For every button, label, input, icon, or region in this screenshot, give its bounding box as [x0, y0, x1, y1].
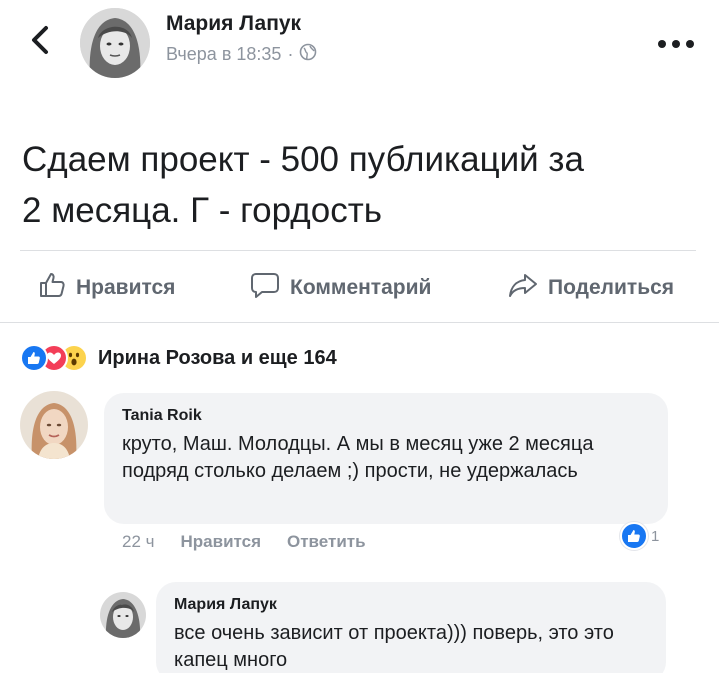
post-timestamp[interactable]: Вчера в 18:35	[166, 44, 281, 65]
reactions-summary-text: Ирина Розова и еще 164	[98, 346, 337, 369]
comment-reaction-count: 1	[651, 527, 660, 545]
comment-reaction-badge[interactable]: 1	[620, 522, 659, 550]
share-button[interactable]: Поделиться	[508, 271, 674, 305]
share-label: Поделиться	[548, 276, 675, 299]
like-button[interactable]: Нравится	[38, 271, 175, 305]
reply-author-name[interactable]: Мария Лапук	[174, 596, 648, 614]
comment-actions: 22 ч Нравится Ответить	[122, 532, 366, 552]
chevron-left-icon[interactable]	[26, 22, 58, 58]
author-name[interactable]: Мария Лапук	[166, 12, 301, 36]
author-avatar[interactable]	[80, 8, 150, 78]
commenter-name[interactable]: Tania Roik	[122, 407, 650, 425]
reply-text: все очень зависит от проекта))) поверь, …	[174, 622, 614, 671]
divider	[0, 322, 719, 323]
comment-bubble: Tania Roik круто, Маш. Молодцы. А мы в м…	[104, 393, 668, 524]
more-horizontal-icon[interactable]	[656, 36, 696, 48]
reactions-summary[interactable]: Ирина Розова и еще 164	[20, 342, 337, 374]
comment-label: Комментарий	[290, 276, 432, 299]
like-reaction-icon	[620, 522, 648, 550]
post-header: Мария Лапук Вчера в 18:35 ·	[0, 0, 719, 80]
post-meta: Вчера в 18:35 ·	[166, 43, 317, 66]
comment-button[interactable]: Комментарий	[250, 271, 431, 305]
post-text-line-2: 2 месяца. Г - гордость	[22, 191, 382, 230]
reply-bubble: Мария Лапук все очень зависит от проекта…	[156, 582, 666, 673]
thumbs-up-icon	[38, 271, 66, 305]
globe-icon	[299, 43, 317, 66]
reply-author-avatar[interactable]	[100, 592, 146, 638]
comment-reply-button[interactable]: Ответить	[287, 532, 366, 552]
post-actions: Нравится Комментарий Поделиться	[20, 250, 696, 322]
comment-like-button[interactable]: Нравится	[181, 532, 262, 552]
share-arrow-icon	[508, 271, 538, 305]
comment-bubble-icon	[250, 271, 280, 305]
comment-text: круто, Маш. Молодцы. А мы в месяц уже 2 …	[122, 433, 594, 482]
like-reaction-icon	[20, 344, 48, 372]
post-text: Сдаем проект - 500 публикаций за 2 месяц…	[22, 134, 702, 236]
commenter-avatar[interactable]	[20, 391, 88, 459]
comment-time[interactable]: 22 ч	[122, 532, 155, 552]
like-label: Нравится	[76, 276, 176, 299]
post-text-line-1: Сдаем проект - 500 публикаций за	[22, 140, 584, 179]
meta-separator: ·	[287, 44, 294, 64]
